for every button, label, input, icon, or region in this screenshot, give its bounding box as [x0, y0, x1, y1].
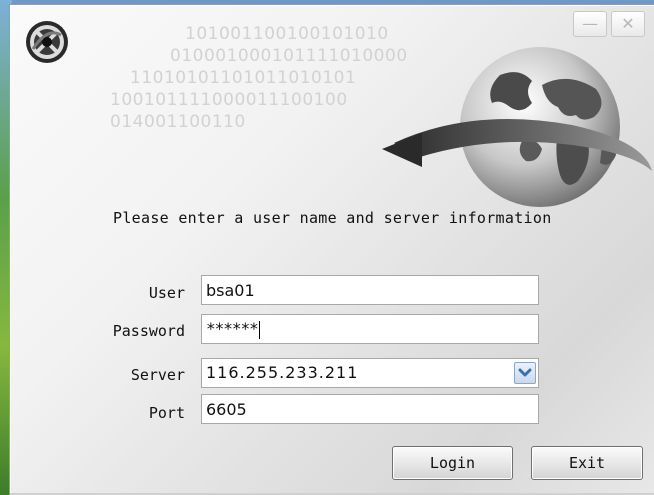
- binary-line: 014001100110: [110, 112, 246, 132]
- exit-button[interactable]: Exit: [531, 446, 643, 480]
- minimize-button[interactable]: —: [573, 11, 607, 37]
- window-controls: — ✕: [573, 11, 645, 37]
- server-select[interactable]: 116.255.233.211: [201, 358, 539, 388]
- chevron-down-icon: [518, 368, 532, 377]
- login-window: 101001100100101010 010001000101111010000…: [9, 4, 654, 495]
- user-label: User: [148, 284, 185, 302]
- instruction-text: Please enter a user name and server info…: [113, 209, 552, 227]
- app-logo-icon: [26, 21, 68, 63]
- text-caret: [258, 320, 260, 339]
- server-value: 116.255.233.211: [206, 363, 359, 382]
- login-button[interactable]: Login: [392, 446, 513, 480]
- port-input[interactable]: [201, 394, 539, 424]
- password-label: Password: [112, 322, 185, 340]
- password-input[interactable]: ******: [201, 314, 539, 344]
- close-button[interactable]: ✕: [611, 11, 645, 37]
- binary-line: 100101111000011100100: [110, 90, 348, 110]
- binary-line: 010001000101111010000: [170, 46, 408, 66]
- server-dropdown-button[interactable]: [514, 362, 536, 384]
- server-label: Server: [130, 366, 185, 384]
- globe-icon: [382, 47, 652, 207]
- binary-line: 11010101101011010101: [130, 68, 357, 88]
- user-input[interactable]: [201, 275, 539, 305]
- desktop: 101001100100101010 010001000101111010000…: [0, 0, 654, 495]
- password-mask: ******: [206, 319, 259, 338]
- binary-line: 101001100100101010: [185, 24, 389, 44]
- port-label: Port: [148, 404, 185, 422]
